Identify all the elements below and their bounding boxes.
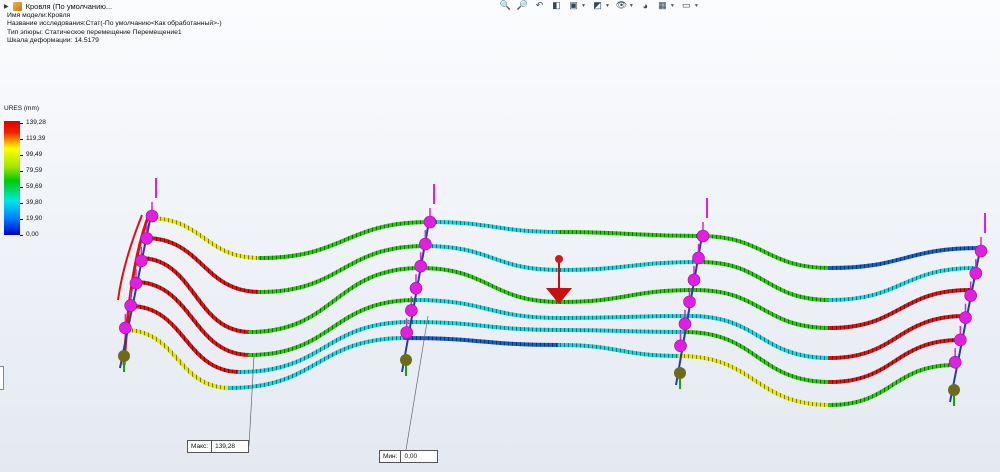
truss-member-mesh (409, 320, 561, 332)
max-value: 139,28 (215, 443, 235, 450)
truss-member-mesh (249, 298, 416, 357)
max-label: Макс: (188, 441, 213, 452)
fixture-sphere (683, 295, 696, 309)
truss-member-mesh (259, 220, 431, 260)
min-label: Мин: (380, 451, 402, 462)
truss-member-mesh (689, 314, 831, 360)
truss-member-mesh (129, 304, 241, 374)
fixture-sphere (954, 333, 967, 347)
fixture-sphere (135, 254, 148, 268)
fixture-sphere (696, 229, 710, 243)
truss-member-mesh (404, 336, 561, 347)
fixture-sphere (405, 304, 418, 317)
min-value: 0,00 (404, 453, 418, 460)
truss-member-mesh (829, 363, 956, 407)
fixture-sphere (678, 317, 692, 331)
truss-member-mesh (559, 343, 681, 358)
truss-member-mesh (559, 288, 696, 304)
truss-member-mesh (829, 288, 971, 330)
truss-member-mesh (829, 338, 961, 384)
base-fixture-sphere (948, 384, 960, 396)
fixture-sphere (974, 244, 988, 258)
truss-member-mesh (829, 266, 976, 302)
base-fixture-sphere (400, 354, 412, 366)
truss-member-mesh (559, 230, 701, 238)
fixture-sphere (419, 237, 432, 251)
truss-member-mesh (559, 328, 686, 334)
truss-member-mesh (559, 260, 701, 272)
fixture-sphere (674, 339, 687, 353)
fixture-sphere (129, 276, 143, 290)
truss-member-mesh (424, 244, 561, 272)
fixture-sphere (119, 321, 132, 335)
truss-member-mesh (429, 220, 561, 234)
fixture-sphere (145, 209, 159, 223)
load-arrow-icon (546, 255, 572, 304)
max-leader-line (248, 355, 255, 447)
truss-member-mesh (147, 216, 261, 260)
fixture-sphere (948, 355, 962, 369)
deformation-plot-viewport[interactable] (0, 0, 1000, 472)
max-callout[interactable]: Макс: 139,28 (187, 440, 250, 453)
side-panel-handle[interactable] (0, 366, 4, 390)
truss-member-mesh (694, 288, 831, 330)
fixture-sphere (140, 232, 153, 245)
truss-member-mesh (124, 328, 231, 390)
min-callout[interactable]: Мин: 0,00 (379, 450, 439, 463)
fixture-sphere (423, 215, 437, 229)
fixture-sphere (414, 259, 427, 273)
fixture-sphere (400, 326, 413, 339)
truss-member-mesh (559, 314, 691, 320)
fixture-sphere (124, 299, 137, 312)
truss-member-mesh (829, 246, 981, 270)
base-fixture-sphere (118, 350, 130, 362)
base-fixture-sphere (674, 367, 686, 379)
truss-member-mesh (419, 266, 561, 304)
fixture-sphere (959, 311, 972, 325)
roof-members (117, 211, 982, 407)
fixture-sphere (409, 281, 423, 295)
fixture-sphere (964, 289, 977, 302)
fixture-sphere (687, 273, 701, 287)
truss-member-mesh (229, 336, 406, 390)
fixture-sphere (969, 266, 983, 280)
fixture-sphere (692, 251, 705, 265)
truss-member-mesh (829, 314, 966, 360)
